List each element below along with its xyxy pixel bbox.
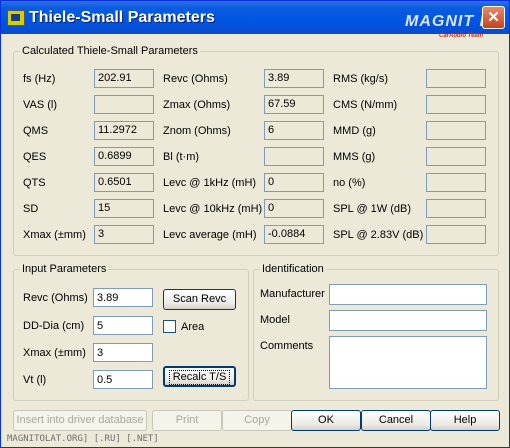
rms-field	[426, 69, 486, 88]
levc-avg-field: -0.0884	[264, 225, 324, 244]
bl-label: Bl (t·m)	[163, 151, 200, 163]
spl-283v-label: SPL @ 2.83V (dB)	[333, 229, 424, 241]
sd-label: SD	[23, 203, 39, 215]
qes-label: QES	[23, 151, 47, 163]
efficiency-label: no (%)	[333, 177, 366, 189]
copy-button[interactable]: Copy	[222, 410, 292, 431]
xmax-calc-field: 3	[94, 225, 154, 244]
comments-label: Comments	[260, 340, 314, 352]
recalc-ts-label: Recalc T/S	[168, 370, 231, 385]
revc-input[interactable]	[93, 288, 153, 307]
fs-field: 202.91	[94, 69, 154, 88]
model-label: Model	[260, 314, 290, 326]
sd-field: 15	[94, 199, 154, 218]
spl-283v-field	[426, 225, 486, 244]
ok-button[interactable]: OK	[291, 410, 361, 431]
dd-dia-input[interactable]	[93, 316, 153, 335]
help-button[interactable]: Help	[430, 410, 500, 431]
xmax-input-label: Xmax (±mm)	[23, 347, 86, 359]
manufacturer-label: Manufacturer	[260, 288, 325, 300]
qts-label: QTS	[23, 177, 46, 189]
levc-1k-label: Levc @ 1kHz (mH)	[163, 177, 257, 189]
insert-into-database-button[interactable]: Insert into driver database	[13, 410, 147, 431]
bl-field	[264, 147, 324, 166]
spl-1w-field	[426, 199, 486, 218]
site-watermark: MAGNITOLAT.ORG] [.RU] [.NET]	[7, 434, 159, 444]
qms-field: 11.2972	[94, 121, 154, 140]
thiele-small-dialog: Thiele-Small Parameters MAGNIT LA CarAud…	[0, 0, 510, 448]
vt-input[interactable]	[93, 370, 153, 389]
xmax-input[interactable]	[93, 343, 153, 362]
fs-label: fs (Hz)	[23, 73, 56, 85]
vt-label: Vt (l)	[23, 374, 47, 386]
dd-dia-label: DD-Dia (cm)	[23, 320, 85, 332]
identification-group-title: Identification	[260, 263, 326, 275]
revc-input-label: Revc (Ohms)	[23, 292, 88, 304]
levc-1k-field: 0	[264, 173, 324, 192]
window-title: Thiele-Small Parameters	[29, 9, 215, 26]
title-bar[interactable]: Thiele-Small Parameters MAGNIT LA CarAud…	[1, 1, 509, 39]
levc-10k-field: 0	[264, 199, 324, 218]
app-icon	[7, 10, 25, 26]
zmax-label: Zmax (Ohms)	[163, 99, 231, 111]
zmax-field: 67.59	[264, 95, 324, 114]
mmd-field	[426, 121, 486, 140]
area-checkbox[interactable]	[163, 320, 176, 333]
close-icon[interactable]: ✕	[482, 6, 505, 29]
vas-label: VAS (l)	[23, 99, 58, 111]
xmax-calc-label: Xmax (±mm)	[23, 229, 86, 241]
cms-field	[426, 95, 486, 114]
model-input[interactable]	[329, 310, 487, 331]
levc-10k-label: Levc @ 10kHz (mH)	[163, 203, 263, 215]
mms-field	[426, 147, 486, 166]
znom-label: Znom (Ohms)	[163, 125, 231, 137]
qts-field: 0.6501	[94, 173, 154, 192]
spl-1w-label: SPL @ 1W (dB)	[333, 203, 411, 215]
area-label: Area	[181, 321, 205, 333]
efficiency-field	[426, 173, 486, 192]
scan-revc-button[interactable]: Scan Revc	[163, 289, 236, 310]
manufacturer-input[interactable]	[329, 284, 487, 305]
qms-label: QMS	[23, 125, 49, 137]
levc-avg-label: Levc average (mH)	[163, 229, 257, 241]
rms-label: RMS (kg/s)	[333, 73, 388, 85]
znom-field: 6	[264, 121, 324, 140]
cms-label: CMS (N/mm)	[333, 99, 398, 111]
brand-subtitle: CarAudio Team	[439, 33, 484, 39]
input-group-title: Input Parameters	[20, 263, 109, 275]
calculated-group-title: Calculated Thiele-Small Parameters	[20, 45, 200, 57]
mms-label: MMS (g)	[333, 151, 376, 163]
vas-field	[94, 95, 154, 114]
print-button[interactable]: Print	[152, 410, 222, 431]
revc-calc-field: 3.89	[264, 69, 324, 88]
comments-textarea[interactable]	[329, 336, 487, 389]
revc-calc-label: Revc (Ohms)	[163, 73, 228, 85]
cancel-button[interactable]: Cancel	[361, 410, 431, 431]
recalc-ts-button[interactable]: Recalc T/S	[163, 366, 236, 387]
qes-field: 0.6899	[94, 147, 154, 166]
mmd-label: MMD (g)	[333, 125, 376, 137]
